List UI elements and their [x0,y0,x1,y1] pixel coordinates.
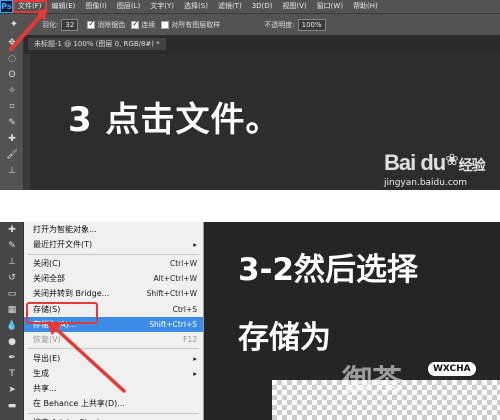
menu-item-label: 最近打开文件(T) [33,240,93,250]
menu-item-label: 关闭(C) [33,258,61,268]
marquee-tool-icon[interactable]: ◌ [0,51,24,67]
eraser-tool-icon[interactable]: ▭ [0,286,24,302]
baidu-logo-text: Bai du [384,150,446,175]
menu-item-shortcut: Shift+Ctrl+S [149,319,197,329]
menu-item-shortcut: Ctrl+S [172,304,197,314]
menu-item-label: 关闭并转到 Bridge... [33,289,110,299]
submenu-arrow-icon: ▸ [193,353,197,363]
contiguous-label: 连续 [141,20,156,29]
red-arrow-icon [9,9,47,51]
lasso-tool-icon[interactable]: ʘ [0,67,24,83]
menu-item-label: 打开为智能对象... [33,225,97,235]
menu-image[interactable]: 图像(I) [80,0,112,13]
screenshot-save-as-step: ✚ ✎ ⊥ ↺ ▭ ▦ 💧 ● ✒ T ➤ ▬ 打开为智能对象... 最近打开文件… [0,222,500,420]
site-watermark-badge: WXCHA [428,362,476,376]
site-watermark: 御茶 [342,364,402,399]
menu-item[interactable]: 最近打开文件(T) ▸ [24,237,203,252]
menu-item[interactable]: 搜索 Adobe Stock... [24,415,203,420]
menu-separator [28,253,199,255]
magic-wand-tool-icon[interactable]: ✧ [0,83,24,99]
antialias-checkbox[interactable] [87,19,96,29]
all-layers-label: 对所有图层取样 [171,20,221,29]
eyedropper-tool-icon[interactable]: ✎ [0,115,24,131]
menu-item[interactable]: 关闭全部 Alt+Ctrl+W [24,271,203,286]
menu-item[interactable]: 打开为智能对象... [24,222,203,237]
all-layers-checkbox[interactable] [161,20,170,29]
menu-filter[interactable]: 滤镜(T) [213,0,247,13]
options-bar: ✦ 羽化: 32 消除锯齿 连续 对所有图层取样 不透明度: 100% [0,13,500,35]
submenu-arrow-icon: ▸ [193,368,197,378]
history-brush-icon[interactable]: ↺ [0,270,24,286]
stamp-tool-icon[interactable]: ⊥ [0,254,24,270]
menu-item[interactable]: 关闭并转到 Bridge... Shift+Ctrl+W [24,286,203,301]
menu-layer[interactable]: 图层(L) [112,0,145,13]
opacity-label: 不透明度: [264,20,295,29]
healing-tool-icon[interactable]: ✚ [0,131,24,147]
shape-tool-icon[interactable]: ▬ [0,398,24,414]
vertical-ruler [24,54,30,190]
brush-tool-icon[interactable]: 🖌 [0,147,24,163]
contiguous-checkbox[interactable] [131,19,140,29]
menu-3d[interactable]: 3D(D) [247,0,278,13]
opacity-input[interactable]: 100% [297,18,326,31]
baidu-suffix: 经验 [458,157,486,173]
menu-item[interactable]: 在 Behance 上共享(D)... [24,396,203,411]
tools-panel: ✥ ◌ ʘ ✧ ⌗ ✎ ✚ 🖌 ⊥ [0,35,24,190]
menu-item-label: 在 Behance 上共享(D)... [33,399,125,409]
pen-tool-icon[interactable]: ✒ [0,350,24,366]
menu-help[interactable]: 帮助(H) [348,0,383,13]
path-select-icon[interactable]: ➤ [0,382,24,398]
menu-item-shortcut: F12 [183,335,197,345]
menu-separator [28,412,199,414]
brush-tool-icon[interactable]: ✎ [0,238,24,254]
menu-item-shortcut: Alt+Ctrl+W [153,274,197,284]
menu-window[interactable]: 窗口(W) [312,0,348,13]
menu-item[interactable]: 关闭(C) Ctrl+W [24,256,203,271]
gradient-tool-icon[interactable]: ▦ [0,302,24,318]
menu-item-label: 关闭全部 [33,274,65,284]
screenshot-file-menu-step: Ps 文件(F) 编辑(E) 图像(I) 图层(L) 文字(Y) 选择(S) 滤… [0,0,500,190]
step-caption-line2: 存储为 [238,320,331,356]
stamp-tool-icon[interactable]: ⊥ [0,163,24,179]
tools-panel-bottom: ✚ ✎ ⊥ ↺ ▭ ▦ 💧 ● ✒ T ➤ ▬ [0,222,24,420]
dodge-tool-icon[interactable]: ● [0,334,24,350]
healing-tool-icon[interactable]: ✚ [0,222,24,238]
step-caption-line1: 3-2然后选择 [238,252,419,288]
menu-view[interactable]: 视图(V) [277,0,311,13]
step-caption: 3 点击文件。 [68,100,281,140]
crop-tool-icon[interactable]: ⌗ [0,99,24,115]
menu-item-shortcut: Shift+Ctrl+W [146,289,197,299]
menu-select[interactable]: 选择(S) [179,0,213,13]
menu-bar: Ps 文件(F) 编辑(E) 图像(I) 图层(L) 文字(Y) 选择(S) 滤… [0,0,500,13]
red-arrow-icon [46,321,126,393]
paw-icon: ❀ [445,150,459,169]
image-separator [0,190,500,222]
menu-type[interactable]: 文字(Y) [145,0,179,13]
baidu-url: jingyan.baidu.com [384,178,468,188]
menu-item-shortcut: Ctrl+W [169,258,197,268]
blur-tool-icon[interactable]: 💧 [0,318,24,334]
submenu-arrow-icon: ▸ [193,240,197,250]
baidu-watermark: Bai du❀经验 jingyan.baidu.com [384,150,486,188]
type-tool-icon[interactable]: T [0,366,24,382]
antialias-label: 消除锯齿 [97,20,126,29]
